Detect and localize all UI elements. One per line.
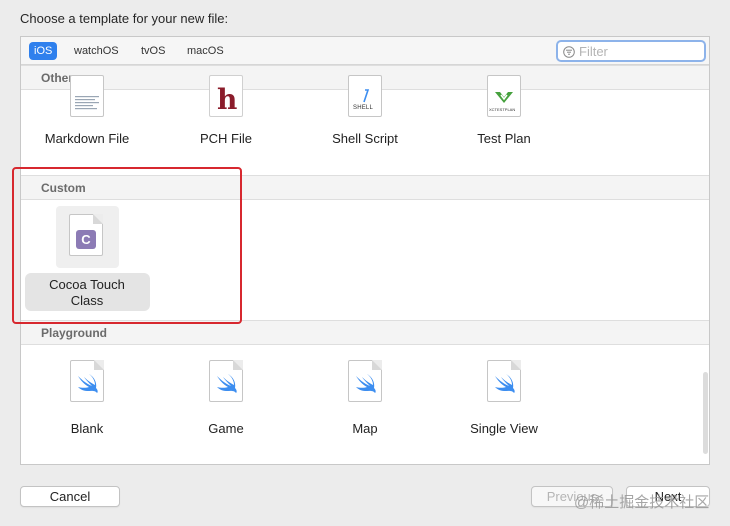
section-title-other: Other bbox=[41, 71, 74, 85]
cocoa-touch-class-icon: C bbox=[69, 214, 103, 256]
template-label: Test Plan bbox=[477, 131, 531, 146]
tab-ios[interactable]: iOS bbox=[29, 42, 58, 60]
filter-icon bbox=[563, 46, 575, 58]
template-panel: iOS watchOS tvOS macOS Other bbox=[20, 36, 710, 465]
template-label: Shell Script bbox=[332, 131, 398, 146]
tab-tvos[interactable]: tvOS bbox=[136, 42, 170, 60]
pch-file-icon: h bbox=[209, 75, 243, 117]
template-label: Cocoa Touch Class bbox=[49, 277, 125, 308]
template-label: Game bbox=[208, 421, 244, 436]
test-plan-icon: XCTESTPLAN bbox=[487, 75, 521, 117]
markdown-file-icon bbox=[70, 75, 104, 117]
platform-bar: iOS watchOS tvOS macOS bbox=[21, 37, 709, 65]
swift-icon bbox=[70, 360, 104, 402]
section-title-custom: Custom bbox=[41, 181, 86, 195]
swift-icon bbox=[348, 360, 382, 402]
filter-field[interactable] bbox=[556, 40, 706, 62]
template-label: Map bbox=[352, 421, 378, 436]
template-label: Blank bbox=[70, 421, 104, 436]
template-prompt: Choose a template for your new file: bbox=[20, 11, 229, 26]
tab-watchos[interactable]: watchOS bbox=[69, 42, 124, 60]
shell-script-icon: SHELL bbox=[348, 75, 382, 117]
section-header-custom: Custom bbox=[21, 175, 709, 200]
watermark-text: @稀土掘金技术社区 bbox=[574, 494, 710, 511]
filter-input[interactable] bbox=[579, 43, 699, 59]
swift-icon bbox=[487, 360, 521, 402]
template-label: Single View bbox=[470, 421, 538, 436]
scrollbar-thumb[interactable] bbox=[703, 372, 708, 454]
template-label: PCH File bbox=[199, 131, 252, 146]
tab-macos[interactable]: macOS bbox=[182, 42, 229, 60]
swift-icon bbox=[209, 360, 243, 402]
template-label: Markdown File bbox=[44, 131, 130, 146]
section-title-playground: Playground bbox=[41, 326, 108, 340]
section-header-playground: Playground bbox=[21, 320, 709, 345]
cancel-button[interactable]: Cancel bbox=[20, 486, 120, 507]
